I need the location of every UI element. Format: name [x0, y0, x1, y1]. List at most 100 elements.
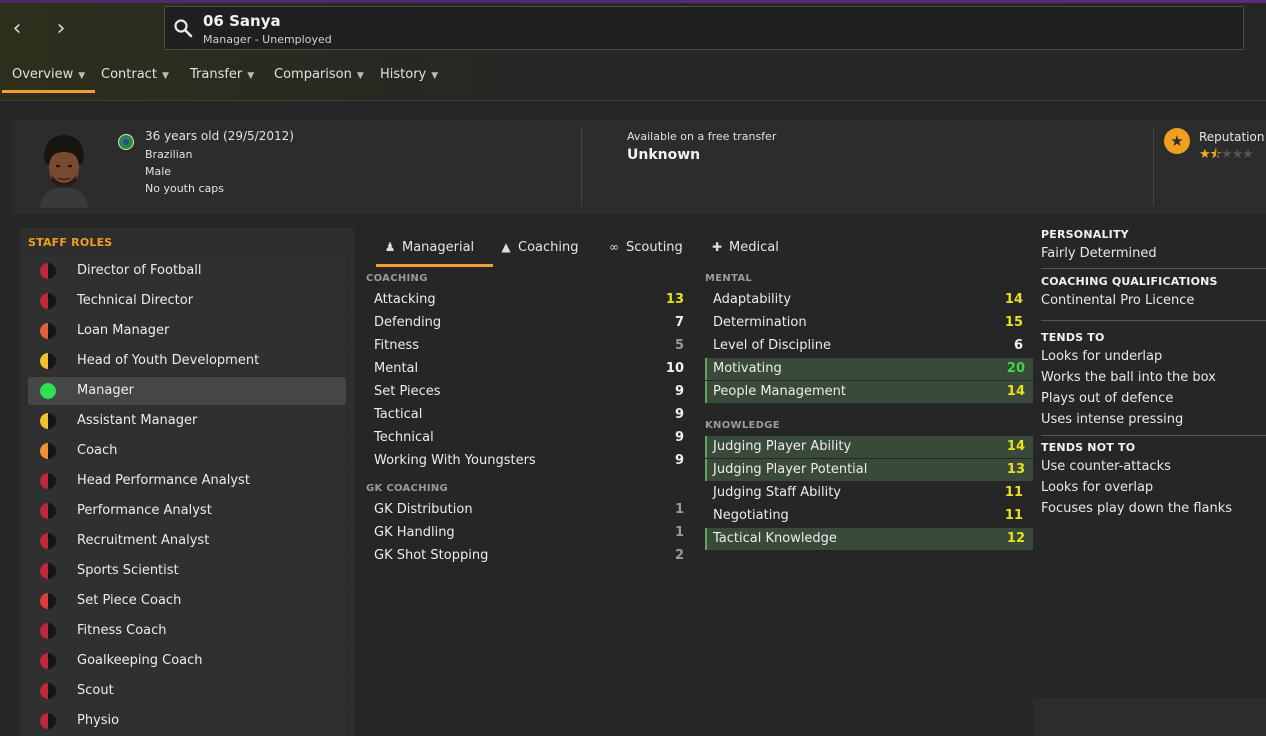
tab-scouting[interactable]: ∞ Scouting: [600, 232, 689, 264]
chevron-down-icon: ▼: [78, 71, 86, 81]
chevron-down-icon: ▼: [431, 71, 439, 81]
staff-role-sports-scientist[interactable]: Sports Scientist: [28, 557, 346, 585]
brazil-flag-icon: [118, 134, 134, 150]
staff-role-scout[interactable]: Scout: [28, 677, 346, 705]
role-suitability-icon: [40, 383, 56, 399]
staff-role-recruitment-analyst[interactable]: Recruitment Analyst: [28, 527, 346, 555]
attribute-value: 14: [1004, 292, 1023, 307]
attribute-name: Motivating: [713, 361, 782, 376]
staff-role-fitness-coach[interactable]: Fitness Coach: [28, 617, 346, 645]
search-icon: [174, 19, 193, 38]
tab-medical[interactable]: ✚ Medical: [703, 232, 785, 264]
staff-role-performance-analyst[interactable]: Performance Analyst: [28, 497, 346, 525]
attribute-mental[interactable]: Mental 10: [366, 358, 692, 380]
attribute-set-pieces[interactable]: Set Pieces 9: [366, 381, 692, 403]
tab-comparison[interactable]: Comparison ▼: [264, 60, 374, 90]
attribute-name: Working With Youngsters: [374, 453, 536, 468]
forward-arrow-icon[interactable]: ›: [50, 17, 72, 41]
reputation-star-icon: ★: [1164, 128, 1190, 154]
staff-role-physio[interactable]: Physio: [28, 707, 346, 735]
attribute-name: Set Pieces: [374, 384, 441, 399]
staff-role-head-of-youth-development[interactable]: Head of Youth Development: [28, 347, 346, 375]
tab-transfer[interactable]: Transfer ▼: [180, 60, 264, 90]
attribute-technical[interactable]: Technical 9: [366, 427, 692, 449]
tab-label: Coaching: [518, 240, 579, 255]
staff-role-label: Set Piece Coach: [77, 593, 182, 608]
role-suitability-icon: [40, 683, 56, 699]
attribute-value: 1: [674, 502, 684, 517]
attribute-working-with-youngsters[interactable]: Working With Youngsters 9: [366, 450, 692, 472]
attribute-value: 7: [674, 315, 684, 330]
tab-managerial[interactable]: ♟ Managerial: [376, 232, 493, 267]
attribute-people-management[interactable]: People Management 14: [705, 381, 1033, 403]
gk-coaching-section-title: GK COACHING: [366, 483, 449, 494]
attribute-name: Mental: [374, 361, 419, 376]
attributes-panel: ♟ Managerial ▲ Coaching ∞ Scouting ✚ Medical…: [362, 228, 1038, 736]
staff-role-manager[interactable]: Manager: [28, 377, 346, 405]
tends-not-to-title: TENDS NOT TO: [1041, 441, 1136, 454]
attribute-level-of-discipline[interactable]: Level of Discipline 6: [705, 335, 1031, 357]
attribute-value: 10: [665, 361, 684, 376]
divider: [581, 128, 582, 206]
attribute-adaptability[interactable]: Adaptability 14: [705, 289, 1031, 311]
tab-overview[interactable]: Overview ▼: [2, 60, 96, 93]
search-box[interactable]: 06 Sanya Manager - Unemployed: [164, 6, 1244, 50]
staff-role-set-piece-coach[interactable]: Set Piece Coach: [28, 587, 346, 615]
attribute-negotiating[interactable]: Negotiating 11: [705, 505, 1031, 527]
staff-role-goalkeeping-coach[interactable]: Goalkeeping Coach: [28, 647, 346, 675]
attribute-gk-shot-stopping[interactable]: GK Shot Stopping 2: [366, 545, 692, 567]
role-suitability-icon: [40, 413, 56, 429]
tab-contract[interactable]: Contract ▼: [91, 60, 179, 90]
star-empty-icon: ★: [1242, 147, 1254, 162]
back-arrow-icon[interactable]: ‹: [6, 17, 28, 41]
staff-role-assistant-manager[interactable]: Assistant Manager: [28, 407, 346, 435]
role-suitability-icon: [40, 593, 56, 609]
top-bar: ‹ › 06 Sanya Manager - Unemployed Overvi…: [0, 0, 1266, 101]
staff-role-label: Loan Manager: [77, 323, 170, 338]
attribute-judging-player-potential[interactable]: Judging Player Potential 13: [705, 459, 1033, 481]
tab-history[interactable]: History ▼: [370, 60, 448, 90]
staff-role-label: Coach: [77, 443, 118, 458]
role-suitability-icon: [40, 443, 56, 459]
staff-role-loan-manager[interactable]: Loan Manager: [28, 317, 346, 345]
staff-role-head-performance-analyst[interactable]: Head Performance Analyst: [28, 467, 346, 495]
attribute-attacking[interactable]: Attacking 13: [366, 289, 692, 311]
personality-value: Fairly Determined: [1041, 246, 1157, 261]
availability-label: Available on a free transfer: [627, 130, 777, 143]
attribute-defending[interactable]: Defending 7: [366, 312, 692, 334]
tab-label: History: [380, 67, 427, 82]
attribute-value: 9: [674, 407, 684, 422]
attribute-name: GK Handling: [374, 525, 455, 540]
top-accent-strip: [0, 0, 1266, 3]
attribute-tactical-knowledge[interactable]: Tactical Knowledge 12: [705, 528, 1033, 550]
staff-role-director-of-football[interactable]: Director of Football: [28, 257, 346, 285]
coaching-section-title: COACHING: [366, 273, 428, 284]
reputation-stars: ★⯪★★★: [1199, 145, 1254, 167]
staff-role-coach[interactable]: Coach: [28, 437, 346, 465]
tends-to-title: TENDS TO: [1041, 331, 1105, 344]
avatar: [36, 130, 92, 208]
attribute-gk-distribution[interactable]: GK Distribution 1: [366, 499, 692, 521]
attribute-fitness[interactable]: Fitness 5: [366, 335, 692, 357]
attribute-value: 9: [674, 430, 684, 445]
attribute-judging-staff-ability[interactable]: Judging Staff Ability 11: [705, 482, 1031, 504]
attribute-motivating[interactable]: Motivating 20: [705, 358, 1033, 380]
managerial-icon: ♟: [384, 240, 396, 254]
attribute-value: 11: [1004, 485, 1023, 500]
staff-role-label: Goalkeeping Coach: [77, 653, 203, 668]
chevron-down-icon: ▼: [161, 71, 169, 81]
attribute-name: People Management: [713, 384, 846, 399]
medical-kit-icon: ✚: [711, 240, 723, 254]
attribute-value: 14: [1006, 384, 1025, 399]
coaching-icon: ▲: [501, 240, 511, 254]
tab-coaching[interactable]: ▲ Coaching: [492, 232, 585, 264]
attribute-determination[interactable]: Determination 15: [705, 312, 1031, 334]
attribute-value: 13: [1006, 462, 1025, 477]
staff-role-label: Head of Youth Development: [77, 353, 260, 368]
attribute-gk-handling[interactable]: GK Handling 1: [366, 522, 692, 544]
attribute-judging-player-ability[interactable]: Judging Player Ability 14: [705, 436, 1033, 458]
reputation-label: Reputation: [1199, 130, 1265, 144]
attribute-tactical[interactable]: Tactical 9: [366, 404, 692, 426]
staff-role-technical-director[interactable]: Technical Director: [28, 287, 346, 315]
attribute-value: 20: [1006, 361, 1025, 376]
